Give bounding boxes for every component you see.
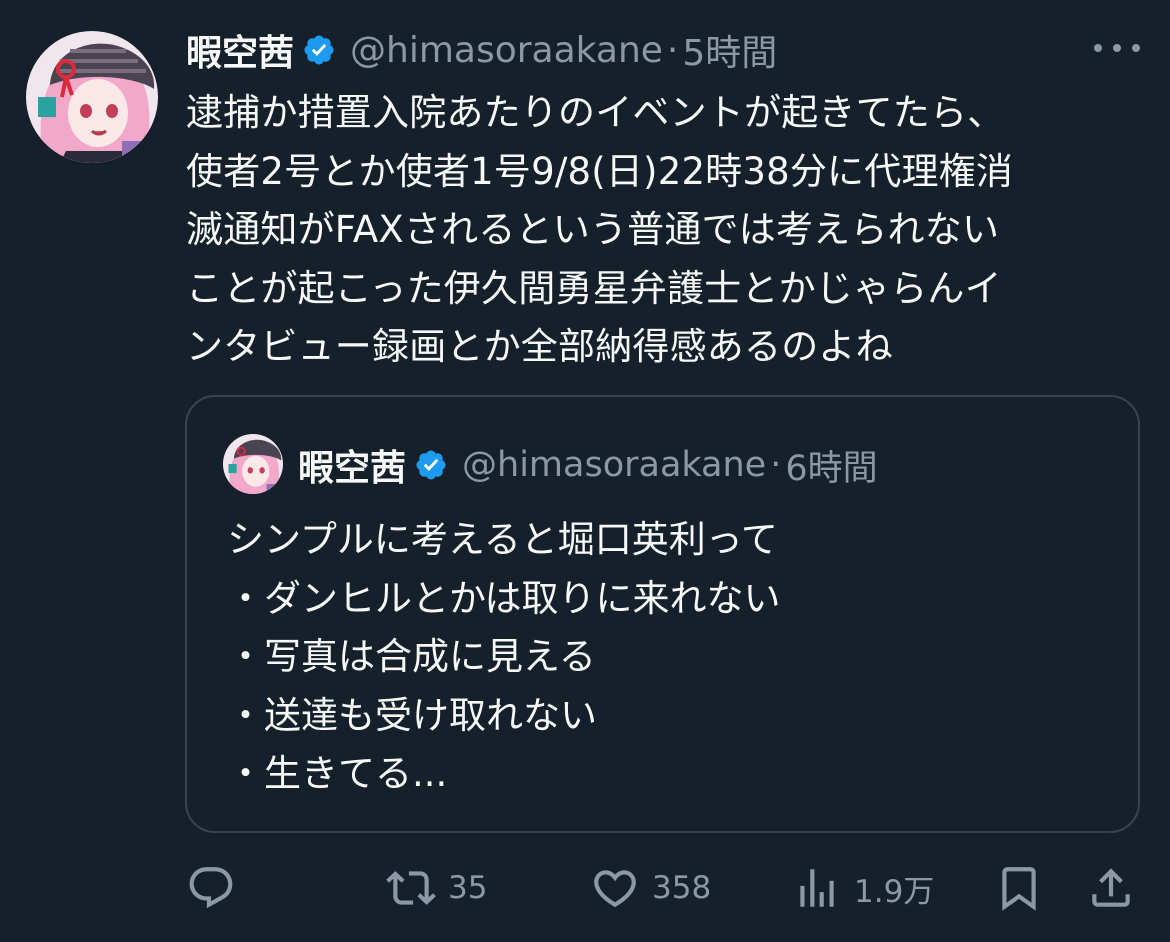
like-count: 358 bbox=[652, 870, 712, 906]
bookmark-button[interactable] bbox=[994, 858, 1044, 918]
views-icon bbox=[800, 869, 834, 907]
quoted-tweet-text: シンプルに考えると堀口英利って ・ダンヒルとかは取りに来れない ・写真は合成に見… bbox=[227, 511, 1107, 804]
bookmark-icon bbox=[1002, 867, 1036, 911]
quoted-tweet-timestamp: 6時間 bbox=[785, 448, 878, 489]
author-display-name[interactable]: 暇空茜 bbox=[186, 24, 294, 76]
reply-button[interactable] bbox=[186, 858, 248, 918]
quoted-text-line: シンプルに考えると堀口英利って bbox=[227, 518, 778, 561]
separator-dot: · bbox=[770, 445, 782, 485]
tweet-header: 暇空茜 @himasoraakane · 5時間 bbox=[186, 24, 777, 76]
avatar-image bbox=[26, 31, 158, 163]
tweet-timestamp[interactable]: 5時間 bbox=[682, 24, 777, 76]
quoted-text-line: ・ダンヒルとかは取りに来れない bbox=[227, 576, 781, 620]
like-button[interactable]: 358 bbox=[590, 858, 711, 918]
tweet-text: 逮捕か措置入院あたりのイベントが起きてたら、 使者2号とか使者1号9/8(日)2… bbox=[186, 91, 1014, 368]
quoted-author-handle: @himasoraakane bbox=[462, 445, 767, 485]
quoted-text-line: ・送達も受け取れない bbox=[227, 693, 597, 737]
avatar-image bbox=[223, 434, 283, 494]
retweet-icon bbox=[386, 871, 436, 905]
views-count: 1.9万 bbox=[854, 873, 935, 910]
share-button[interactable] bbox=[1086, 858, 1136, 918]
verified-badge-icon bbox=[304, 35, 334, 65]
quoted-author-display-name: 暇空茜 bbox=[298, 448, 407, 489]
reply-icon bbox=[189, 867, 233, 909]
quoted-text-line: ・写真は合成に見える bbox=[227, 635, 596, 678]
action-bar: 35 358 1.9万 bbox=[0, 858, 1170, 918]
retweet-count: 35 bbox=[448, 870, 488, 906]
retweet-button[interactable]: 35 bbox=[386, 858, 487, 918]
like-icon bbox=[594, 870, 636, 908]
quoted-text-line: ・生きてる... bbox=[227, 752, 448, 795]
quoted-tweet-header: 暇空茜 @himasoraakane · 6時間 bbox=[298, 441, 878, 489]
quoted-author-avatar bbox=[223, 434, 283, 494]
quoted-tweet[interactable]: 暇空茜 @himasoraakane · 6時間 シンプルに考えると堀口英利って… bbox=[185, 395, 1140, 833]
more-icon[interactable] bbox=[1094, 38, 1140, 58]
author-handle[interactable]: @himasoraakane bbox=[350, 30, 663, 71]
verified-badge-icon bbox=[416, 450, 446, 480]
views-button[interactable]: 1.9万 bbox=[792, 858, 934, 918]
separator-dot: · bbox=[666, 29, 679, 71]
share-icon bbox=[1092, 868, 1130, 907]
author-avatar[interactable] bbox=[26, 31, 158, 163]
